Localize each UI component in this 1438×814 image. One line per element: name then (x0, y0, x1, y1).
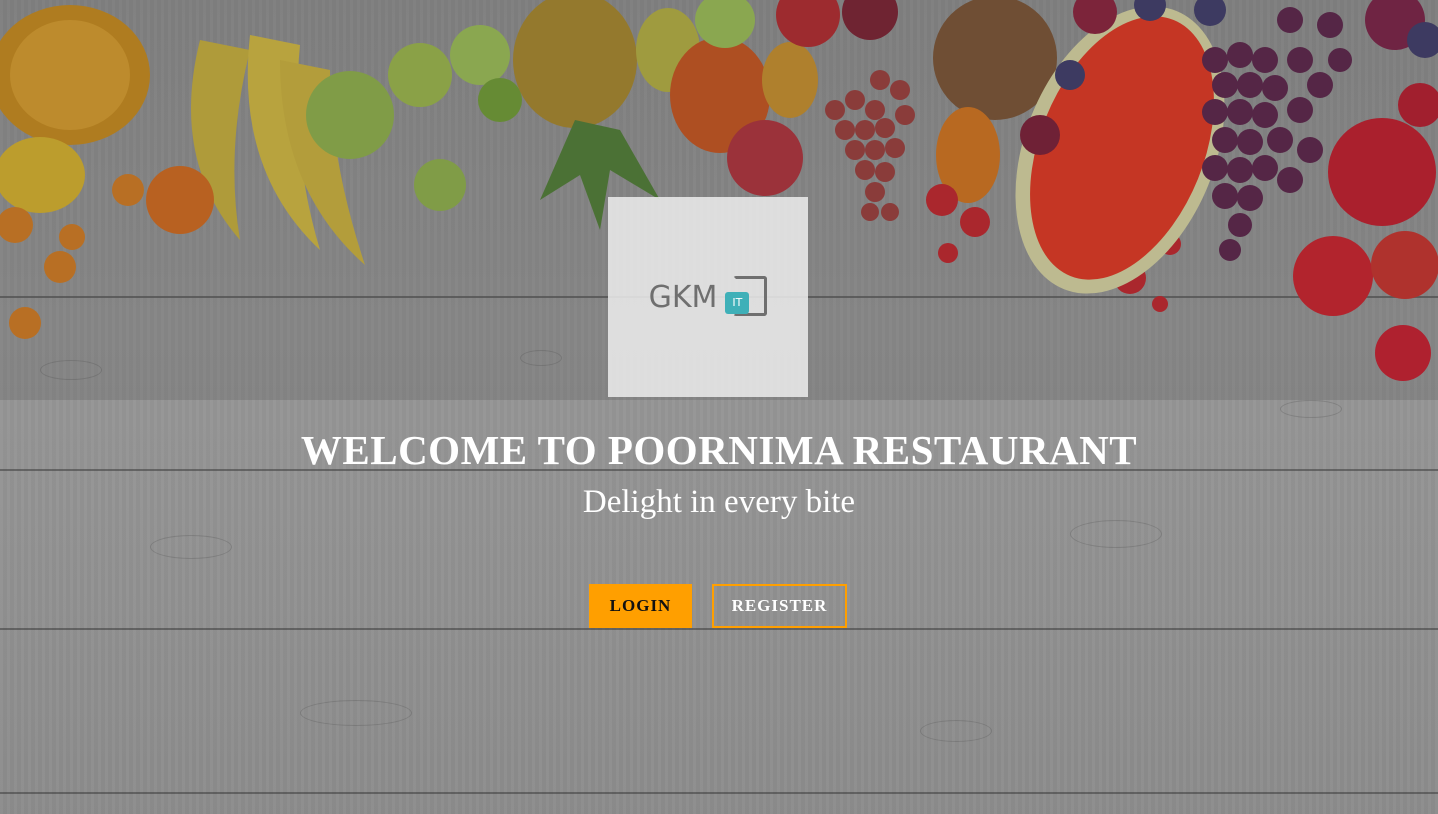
logo-container: GKM IT (608, 197, 808, 397)
register-button[interactable]: REGISTER (712, 584, 847, 628)
welcome-heading: WELCOME TO POORNIMA RESTAURANT (300, 427, 1138, 473)
wood-knot (920, 720, 992, 742)
plank-divider (0, 628, 1438, 630)
wood-knot (150, 535, 232, 559)
wood-knot (1280, 400, 1342, 418)
plank-divider (0, 792, 1438, 794)
tagline: Delight in every bite (582, 484, 856, 520)
logo-mark-icon: IT (719, 276, 768, 318)
logo-wordmark: GKM (648, 279, 718, 315)
login-button[interactable]: LOGIN (589, 584, 692, 628)
wood-knot (300, 700, 412, 726)
wood-knot (1070, 520, 1162, 548)
logo-it-badge: IT (725, 292, 750, 314)
